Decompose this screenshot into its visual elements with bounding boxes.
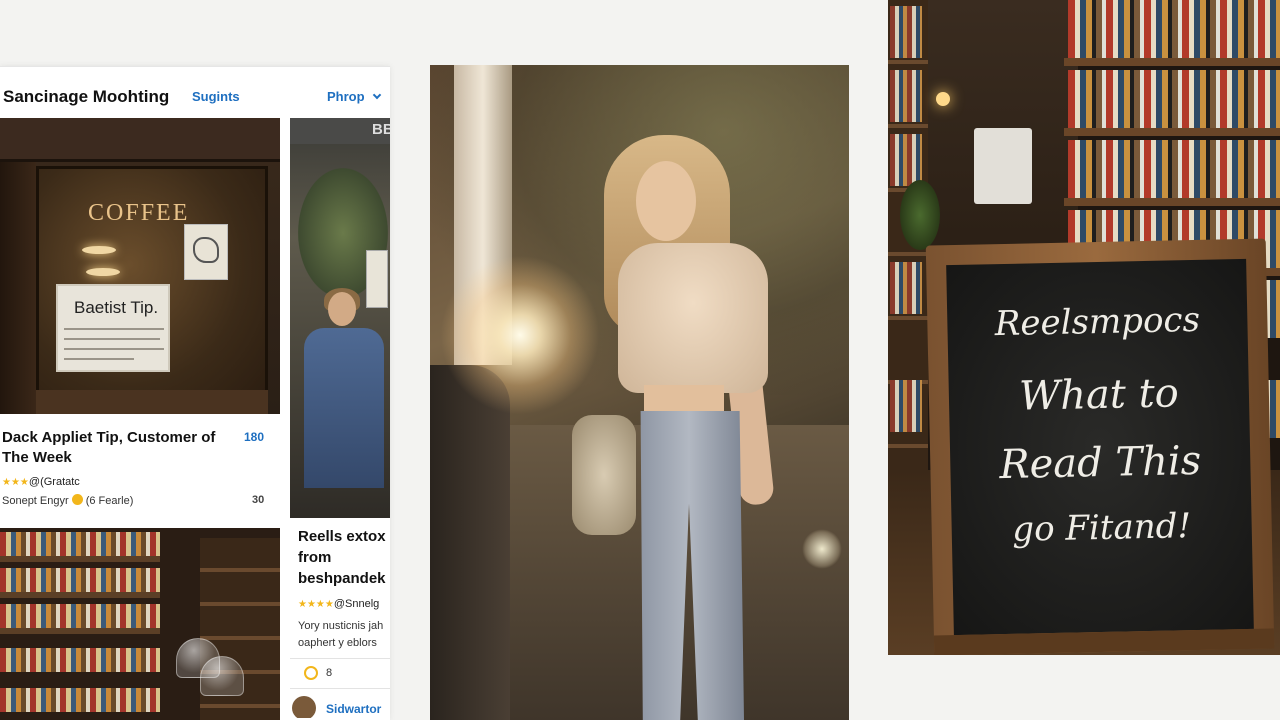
bookstore-chalkboard-photo: Reelsmpocs What to Read This go Fitand!: [888, 0, 1280, 655]
posted-paper: [366, 250, 388, 308]
rating-label: @Snnelg: [333, 598, 380, 610]
board-title: Baetist Tip.: [74, 298, 159, 317]
shelf: [0, 556, 160, 562]
lens-flare: [802, 529, 842, 569]
light-bulb: [936, 92, 950, 106]
tip-board: Baetist Tip.: [56, 284, 170, 372]
sun-flare: [440, 255, 600, 415]
emoji-icon: [71, 494, 83, 505]
rating-row: ★★★@(Gratatc: [2, 476, 80, 488]
featured-card-body: Dack Appliet Tip, Customer of The Week 1…: [0, 414, 280, 518]
icon-count: 8: [326, 667, 333, 679]
meta-count: 30: [252, 494, 265, 506]
poster-art: [193, 237, 219, 263]
description-line: oaphert y eblors: [298, 637, 377, 649]
nav-dropdown-label: Phrop: [327, 89, 365, 104]
book-row: [890, 134, 922, 186]
lamp-shade: [86, 268, 120, 276]
book-row: [890, 262, 922, 314]
shelf: [1064, 198, 1280, 206]
book-row: [1068, 140, 1280, 198]
shelf: [0, 592, 160, 598]
featured-card-title[interactable]: Dack Appliet Tip, Customer of The Week: [2, 428, 232, 468]
star-rating-icon: ★★★: [2, 477, 29, 488]
chevron-down-icon: [372, 90, 381, 100]
woman-bag: [572, 415, 636, 535]
shelf: [1064, 58, 1280, 66]
window-poster: [184, 224, 228, 280]
divider: [290, 688, 390, 689]
meta-text: Sonept Engyr: [2, 495, 69, 507]
lamp-shade: [82, 246, 116, 254]
divider: [290, 658, 390, 659]
coffee-shop-photo[interactable]: COFFEE Baetist Tip.: [0, 118, 280, 414]
window-frame: [0, 162, 36, 414]
meta-people: (6 Fearle): [85, 495, 134, 507]
woman-face: [636, 161, 696, 241]
plant: [900, 180, 940, 250]
bookstore-card[interactable]: [0, 528, 280, 720]
storefront-sign: BB: [290, 118, 390, 144]
woman-top: [618, 243, 768, 393]
board-text-line: [64, 358, 134, 360]
book-row: [1068, 0, 1280, 58]
nav-link-sugints[interactable]: Sugints: [192, 89, 240, 104]
rating-label: @(Gratatc: [28, 476, 80, 488]
book-row: [890, 70, 922, 122]
card-description: Yory nusticnis jah oaphert y eblors: [298, 618, 383, 652]
secondary-card-body: Reells extox from beshpandek ★★★★@Snnelg…: [290, 518, 390, 718]
bookstore-photo[interactable]: [0, 528, 280, 720]
description-line: Yory nusticnis jah: [298, 620, 384, 632]
book-row: [0, 604, 160, 628]
featured-card-count: 180: [244, 430, 265, 444]
chalk-text-line: go Fitand!: [1011, 506, 1192, 550]
chalkboard-sign: Reelsmpocs What to Read This go Fitand!: [925, 238, 1275, 655]
shelf: [0, 628, 160, 634]
avatar[interactable]: [292, 696, 316, 718]
author-link[interactable]: Sidwartor: [326, 702, 381, 716]
app-header: Sancinage Moohting Sugints Phrop: [0, 66, 390, 118]
chalkboard-surface: Reelsmpocs What to Read This go Fitand!: [946, 258, 1254, 636]
book-row: [1068, 70, 1280, 128]
chalk-text-line: Read This: [999, 437, 1202, 489]
woman-sunset-photo: [430, 65, 849, 720]
book-row: [890, 380, 922, 432]
app-title: Sancinage Moohting: [3, 87, 170, 106]
person-photo[interactable]: BB: [290, 118, 390, 518]
book-row: [0, 532, 160, 556]
nav-dropdown-phrop[interactable]: Phrop: [327, 89, 381, 104]
meta-row: Sonept Engyr (6 Fearle): [2, 494, 133, 507]
glass-jar: [200, 656, 244, 696]
rating-row: ★★★★@Snnelg: [298, 598, 379, 610]
star-rating-icon: ★★★★: [298, 599, 334, 610]
secondary-card[interactable]: BB Reells extox from beshpandek ★★★★@Snn…: [290, 118, 390, 718]
parked-car: [430, 365, 510, 720]
book-row: [0, 568, 160, 592]
app-panel: Sancinage Moohting Sugints Phrop COFFEE …: [0, 66, 390, 720]
person-head: [328, 292, 356, 326]
featured-card[interactable]: COFFEE Baetist Tip. Dack Appliet Tip, Cu…: [0, 118, 280, 518]
shop-awning: [0, 118, 280, 162]
shop-counter: [36, 390, 268, 414]
wall-unit: [974, 128, 1032, 204]
board-text-line: [64, 338, 160, 340]
chalk-text-line: What to: [1018, 370, 1180, 420]
board-text-line: [64, 348, 164, 350]
coffee-sign: COFFEE: [88, 200, 190, 226]
clock-icon[interactable]: [304, 666, 318, 680]
book-row: [0, 648, 160, 672]
secondary-card-title[interactable]: Reells extox from beshpandek: [298, 526, 390, 589]
shelf: [1064, 128, 1280, 136]
book-row: [890, 6, 922, 58]
book-row: [0, 688, 160, 712]
board-text-line: [64, 328, 164, 330]
person-body: [304, 328, 384, 488]
chalk-text-line: Reelsmpocs: [994, 299, 1201, 345]
woman-waist: [644, 385, 724, 415]
